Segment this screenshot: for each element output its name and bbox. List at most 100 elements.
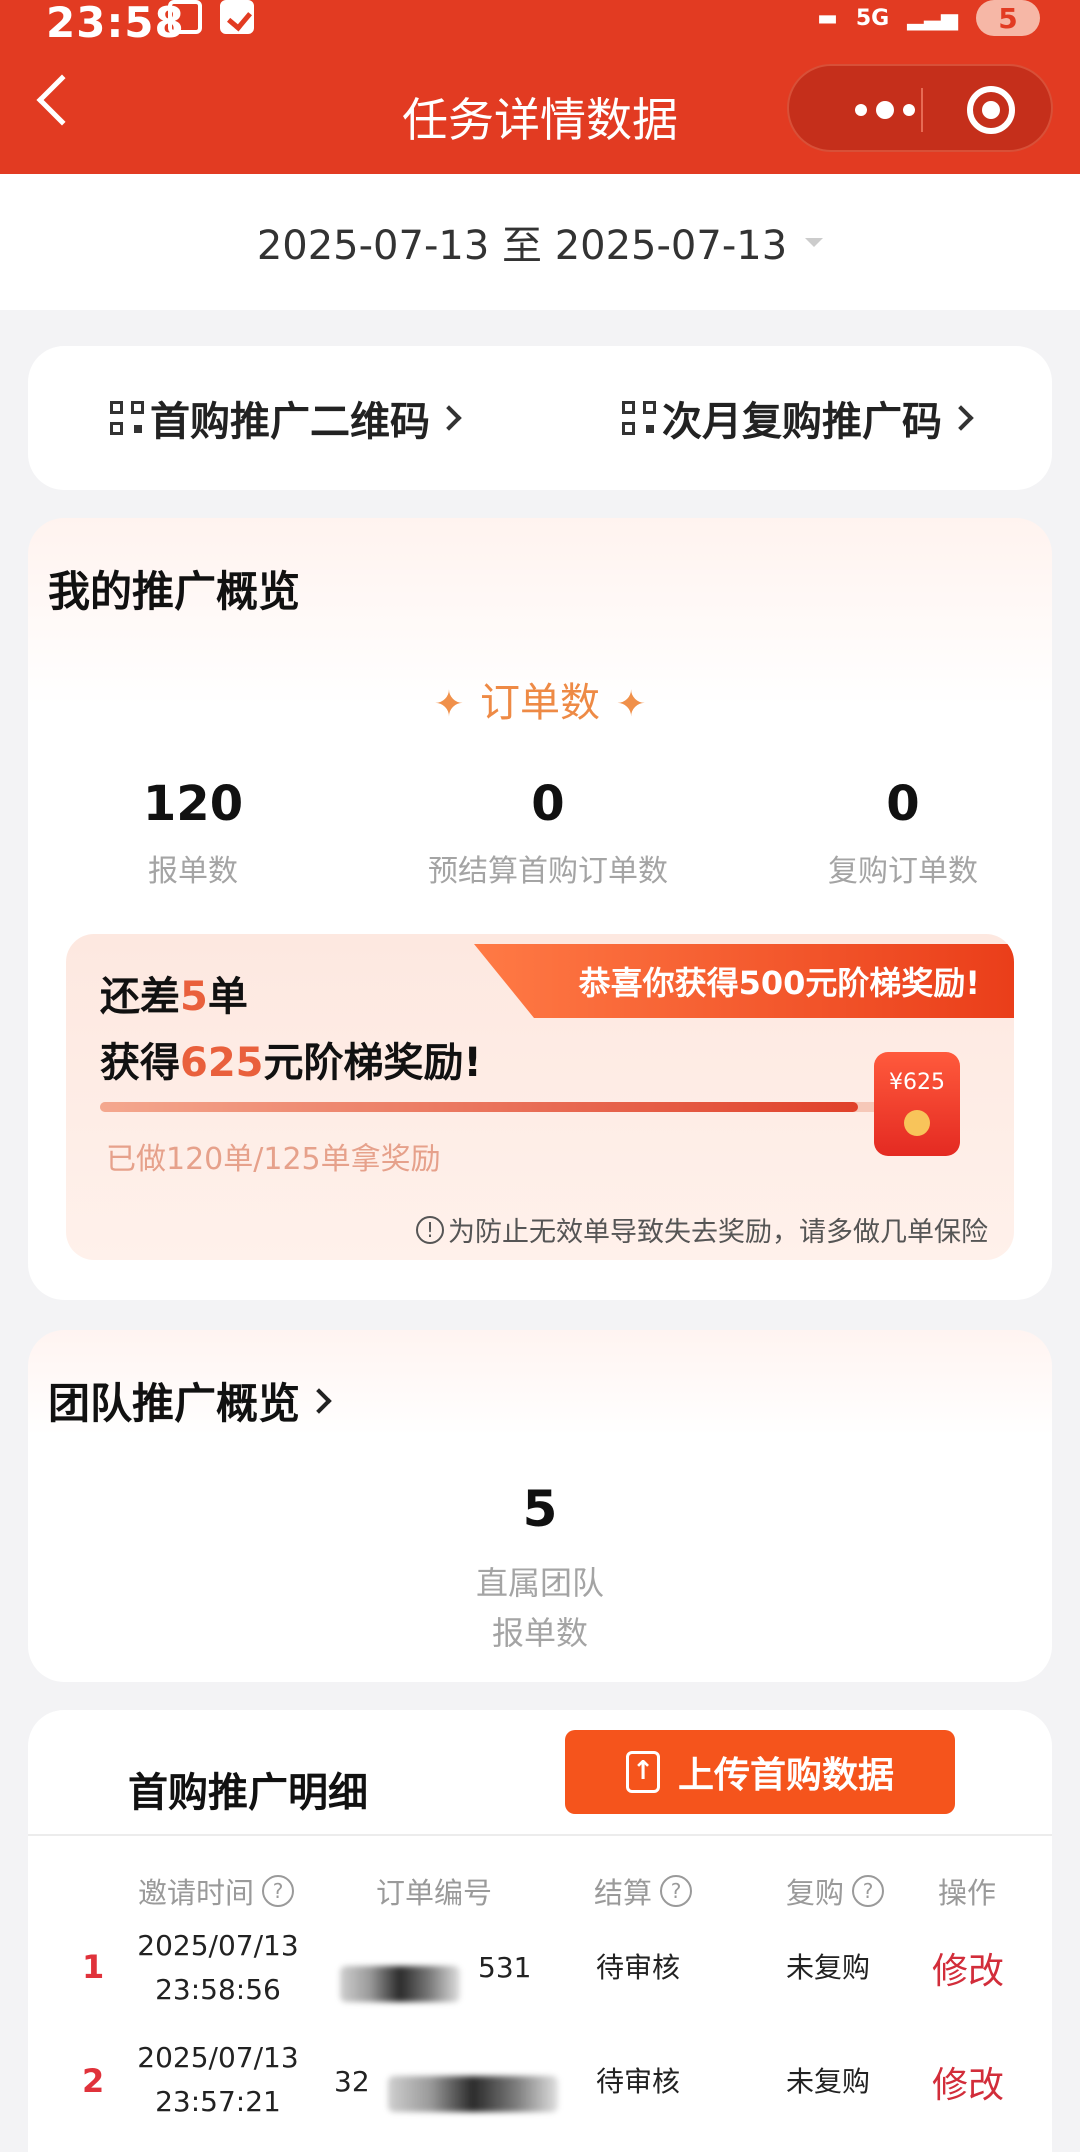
repurchase-qr-link[interactable]: 次月复购推广码	[540, 389, 1052, 447]
qr-code-icon	[622, 401, 656, 435]
tier-line2-prefix: 获得	[100, 1040, 180, 1086]
team-label-line2: 报单数	[491, 1614, 588, 1652]
row-date: 2025/07/13	[137, 2041, 299, 2074]
tier-note-text: 为防止无效单导致失去奖励，请多做几单保险	[448, 1217, 988, 1248]
row-time: 23:58:56	[155, 1973, 281, 2006]
col-label: 邀请时间	[138, 1876, 255, 1910]
tier-progress-bar	[100, 1102, 890, 1112]
row-settlement: 待审核	[595, 1951, 680, 1984]
capsule-divider	[921, 88, 923, 132]
row-index: 2	[82, 2062, 105, 2100]
caret-down-icon	[805, 237, 824, 247]
row-repurchase: 未复购	[785, 1951, 870, 1984]
battery-level: 5	[998, 1, 1018, 35]
col-label: 复购	[786, 1876, 845, 1910]
close-target-icon[interactable]	[967, 86, 1015, 134]
team-overview-header[interactable]: 团队推广概览	[48, 1370, 332, 1431]
stat-value: 0	[531, 776, 565, 832]
battery-icon: 5	[976, 0, 1040, 36]
stat-label: 报单数	[148, 854, 238, 889]
orders-label: ✦ 订单数 ✦	[28, 670, 1052, 728]
tier-congrats-banner: 恭喜你获得500元阶梯奖励!	[474, 944, 1014, 1018]
signal-icon: ▂▃▅	[907, 5, 958, 31]
checkbox-icon	[220, 0, 254, 34]
tier-reward-amount: 625	[180, 1040, 264, 1086]
detail-title: 首购推广明细	[128, 1770, 368, 1816]
row-date: 2025/07/13	[137, 1929, 299, 1962]
sparkle-icon: ✦	[616, 684, 647, 725]
tier-reward-panel: 恭喜你获得500元阶梯奖励! 还差5单 获得625元阶梯奖励! ¥625 已做1…	[66, 934, 1014, 1260]
tier-line1-prefix: 还差	[100, 974, 180, 1020]
nav-bar: 任务详情数据	[0, 40, 1080, 174]
status-bar: 23:58 ▬ 5G ▂▃▅ 5	[0, 0, 1080, 47]
tier-line2-suffix: 元阶梯奖励!	[263, 1040, 482, 1086]
stat-presettle-first-orders: 0 预结算首购订单数	[398, 776, 698, 890]
team-overview-card[interactable]: 团队推广概览 5 直属团队 报单数	[28, 1330, 1052, 1682]
upload-button-label: 上传首购数据	[677, 1755, 894, 1796]
status-left-icons	[168, 0, 254, 34]
tier-remaining-count: 5	[180, 974, 208, 1020]
tier-line1-suffix: 单	[207, 974, 248, 1020]
upload-file-icon	[625, 1751, 660, 1793]
redacted-order-number	[388, 2076, 558, 2112]
col-label: 订单编号	[376, 1876, 493, 1910]
info-icon: !	[416, 1215, 444, 1244]
row-invite-time: 2025/07/13 23:57:21	[118, 2036, 318, 2124]
team-report-label: 直属团队 报单数	[28, 1558, 1052, 1658]
team-label-line1: 直属团队	[475, 1564, 604, 1602]
sparkle-icon: ✦	[433, 684, 464, 725]
more-icon[interactable]	[825, 96, 945, 124]
stat-report-count: 120 报单数	[78, 776, 308, 890]
repurchase-qr-label: 次月复购推广码	[662, 399, 942, 445]
envelope-seal	[904, 1110, 930, 1136]
overview-title: 我的推广概览	[48, 567, 301, 616]
qr-code-icon	[110, 401, 144, 435]
team-overview-title: 团队推广概览	[48, 1379, 301, 1428]
row-order-prefix: 32	[334, 2065, 370, 2098]
upload-first-purchase-button[interactable]: 上传首购数据	[565, 1730, 955, 1814]
edit-link[interactable]: 修改	[932, 1942, 1004, 1994]
section-divider	[28, 1834, 1052, 1836]
redacted-order-number	[340, 1966, 460, 2002]
first-purchase-qr-link[interactable]: 首购推广二维码	[28, 389, 540, 447]
col-action: 操作	[938, 1870, 996, 1912]
col-repurchase: 复购 ?	[786, 1870, 885, 1912]
my-promotion-overview-card: 我的推广概览 ✦ 订单数 ✦ 120 报单数 0 预结算首购订单数 0 复购订单数 …	[28, 518, 1052, 1300]
help-icon[interactable]: ?	[852, 1875, 885, 1907]
stat-label: 复购订单数	[828, 854, 978, 889]
edit-link[interactable]: 修改	[932, 2056, 1004, 2108]
tier-progress-fill	[100, 1102, 859, 1112]
row-index: 1	[82, 1948, 105, 1986]
col-settlement: 结算 ?	[594, 1870, 693, 1912]
red-envelope-icon: ¥625	[874, 1052, 960, 1156]
tier-progress-text: 已做120单/125单拿奖励	[106, 1142, 441, 1177]
chevron-right-icon	[306, 1387, 332, 1414]
row-time: 23:57:21	[155, 2085, 281, 2118]
row-settlement: 待审核	[595, 2065, 680, 2098]
bed-icon: ▬	[817, 5, 838, 31]
help-icon[interactable]: ?	[660, 1875, 693, 1907]
row-repurchase: 未复购	[785, 2065, 870, 2098]
col-invite-time: 邀请时间 ?	[138, 1870, 295, 1912]
envelope-amount: ¥625	[889, 1070, 945, 1095]
stat-value: 0	[886, 776, 920, 832]
date-range-selector[interactable]: 2025-07-13 至 2025-07-13	[0, 174, 1080, 310]
date-range-label: 2025-07-13 至 2025-07-13	[256, 223, 788, 269]
tier-reward-line: 获得625元阶梯奖励!	[100, 1030, 482, 1088]
qr-links-card: 首购推广二维码 次月复购推广码	[28, 346, 1052, 490]
col-label: 结算	[594, 1876, 653, 1910]
tier-note: ! 为防止无效单导致失去奖励，请多做几单保险	[416, 1210, 988, 1249]
first-purchase-qr-label: 首购推广二维码	[150, 399, 430, 445]
col-order-number: 订单编号	[376, 1870, 492, 1912]
tier-remaining-line: 还差5单	[100, 964, 248, 1022]
stat-label: 预结算首购订单数	[428, 854, 668, 889]
col-label: 操作	[938, 1876, 997, 1910]
stat-value: 120	[142, 776, 244, 832]
first-purchase-detail-card: 首购推广明细 上传首购数据 邀请时间 ? 订单编号 结算 ? 复购 ? 操作 1…	[28, 1710, 1052, 2152]
help-icon[interactable]: ?	[262, 1875, 295, 1907]
team-report-value: 5	[522, 1480, 558, 1538]
row-order-suffix: 531	[478, 1951, 532, 1984]
screenshot-icon	[168, 0, 202, 34]
chevron-right-icon	[948, 405, 974, 431]
chevron-right-icon	[436, 405, 462, 431]
